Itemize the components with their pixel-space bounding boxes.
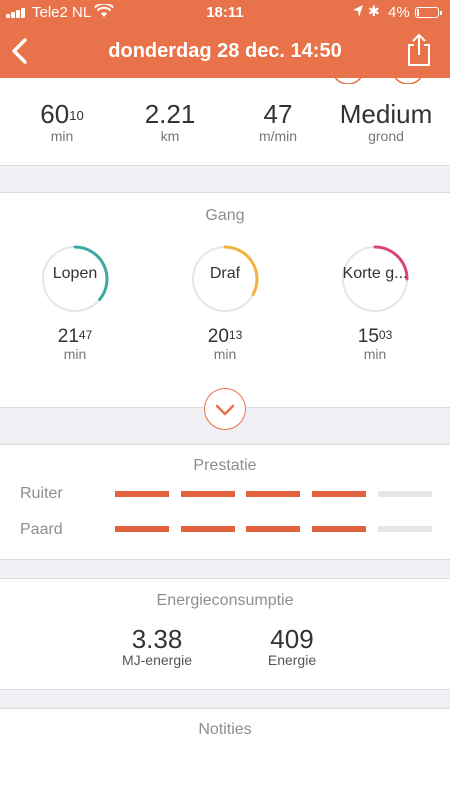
status-time: 18:11 xyxy=(206,4,244,21)
performance-title: Prestatie xyxy=(193,457,257,474)
expand-button[interactable] xyxy=(204,388,246,430)
location-arrow-icon xyxy=(353,5,363,17)
gait-item-draf[interactable]: Draf 2013 min xyxy=(150,245,300,361)
battery-icon xyxy=(415,7,442,18)
gait-title: Gang xyxy=(205,207,245,224)
battery-percent: 4% xyxy=(388,4,410,21)
rating-segment xyxy=(312,491,366,497)
rating-segment xyxy=(181,526,235,532)
rating-segment xyxy=(378,491,432,497)
rating-segment xyxy=(246,526,300,532)
share-icon[interactable] xyxy=(406,33,432,67)
gait-label: Draf xyxy=(209,265,241,282)
gait-value: 2147 xyxy=(57,326,93,347)
gait-label: Korte g... xyxy=(342,265,408,282)
rating-segment xyxy=(115,491,169,497)
rating-segment xyxy=(181,491,235,497)
rating-segment xyxy=(115,526,169,532)
notes-title: Notities xyxy=(198,721,252,738)
page-title: donderdag 28 dec. 14:50 xyxy=(108,40,342,62)
energy-title: Energieconsumptie xyxy=(156,592,294,609)
gait-item-korte-galop[interactable]: Korte g... 1503 min xyxy=(300,245,450,361)
stat-speed: 47 m/min xyxy=(258,99,298,144)
gait-value: 1503 xyxy=(357,326,393,347)
gait-unit: min xyxy=(63,346,87,362)
energy-kcal: 409 Energie xyxy=(267,624,317,668)
performance-label-ruiter: Ruiter xyxy=(20,485,63,502)
rating-segment xyxy=(378,526,432,532)
performance-card: Prestatie xyxy=(0,444,450,560)
stat-duration: 6010 min xyxy=(40,99,84,144)
performance-label-paard: Paard xyxy=(20,521,63,538)
gait-value: 2013 xyxy=(207,326,243,347)
gait-unit: min xyxy=(363,346,387,362)
notes-card: Notities xyxy=(0,708,450,800)
gait-item-lopen[interactable]: Lopen 2147 min xyxy=(0,245,150,361)
hidden-ring-partial xyxy=(331,67,425,84)
chevron-down-icon xyxy=(215,404,235,416)
gait-label: Lopen xyxy=(52,265,98,282)
energy-mj: 3.38 MJ-energie xyxy=(121,624,193,668)
gait-unit: min xyxy=(213,346,237,362)
status-bar: Tele2 NL 18:11 ✱ 4% xyxy=(0,0,450,24)
stat-distance: 2.21 km xyxy=(144,99,196,144)
rating-segment xyxy=(246,491,300,497)
stat-ground: Medium grond xyxy=(339,99,433,144)
rating-segment xyxy=(312,526,366,532)
bluetooth-icon: ✱ xyxy=(368,3,380,19)
